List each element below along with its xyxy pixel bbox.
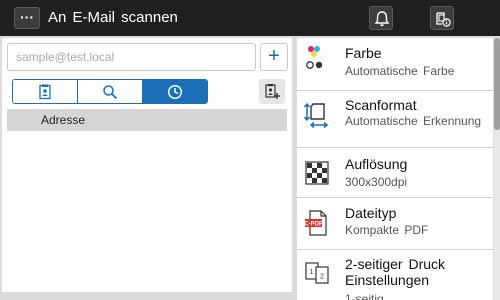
settings-scrollbar[interactable] xyxy=(494,38,500,300)
address-panel: sample@test.local + Adresse xyxy=(2,38,292,292)
setting-value: Kompakte PDF xyxy=(345,223,429,237)
setting-value: 1-seitig xyxy=(345,292,384,300)
setting-value: Automatische Erkennung xyxy=(345,114,482,128)
setting-label: Auflösung xyxy=(345,156,408,172)
scan-size-icon xyxy=(303,102,329,129)
setting-label: Farbe xyxy=(345,45,382,61)
page-title: An E-Mail scannen xyxy=(48,9,178,26)
setting-scan-size[interactable]: Scanformat Automatische Erkennung xyxy=(297,91,493,148)
address-list-header: Adresse xyxy=(7,109,287,131)
pdf-badge-text: C-PDF xyxy=(304,221,323,227)
resolution-icon xyxy=(305,161,329,185)
setting-label: 2-seitiger Druck Einstellungen xyxy=(345,256,446,288)
setting-label: Scanformat xyxy=(345,97,417,113)
address-book-add-button[interactable] xyxy=(259,79,285,104)
address-book-add-icon xyxy=(265,84,280,99)
menu-button[interactable]: ··· xyxy=(14,7,40,29)
address-book-icon xyxy=(39,84,51,99)
more-icon: ··· xyxy=(20,9,34,25)
duplex-page-2-text: 2 xyxy=(320,274,324,281)
title-bar: ··· An E-Mail scannen xyxy=(0,0,500,36)
email-address-input[interactable]: sample@test.local xyxy=(7,43,256,71)
device-info-button[interactable] xyxy=(430,6,454,30)
search-icon xyxy=(103,84,118,99)
search-mode-tabs xyxy=(12,79,208,104)
setting-label: Dateityp xyxy=(345,205,397,221)
tab-search[interactable] xyxy=(78,80,143,103)
setting-value: Automatische Farbe xyxy=(345,64,455,78)
tab-address-book[interactable] xyxy=(13,80,78,103)
tab-history[interactable] xyxy=(143,80,207,103)
pdf-file-icon: C-PDF xyxy=(304,210,327,236)
color-dots-icon xyxy=(306,46,323,69)
duplex-page-1-text: 1 xyxy=(310,269,314,276)
notification-button[interactable] xyxy=(369,6,393,30)
setting-value: 300x300dpi xyxy=(345,175,408,189)
setting-color[interactable]: Farbe Automatische Farbe xyxy=(297,38,493,91)
bell-icon xyxy=(374,11,390,27)
setting-file-type[interactable]: C-PDF Dateityp Kompakte PDF xyxy=(297,198,493,250)
setting-resolution[interactable]: Auflösung 300x300dpi xyxy=(297,148,493,198)
history-clock-icon xyxy=(167,84,183,99)
device-info-icon xyxy=(436,12,451,27)
setting-duplex[interactable]: 1 2 2-seitiger Druck Einstellungen 1-sei… xyxy=(297,250,493,300)
settings-panel: Farbe Automatische Farbe Scanformat Auto… xyxy=(297,38,493,300)
scrollbar-thumb[interactable] xyxy=(494,38,500,130)
add-address-button[interactable]: + xyxy=(260,43,288,71)
duplex-icon: 1 2 xyxy=(305,262,329,284)
